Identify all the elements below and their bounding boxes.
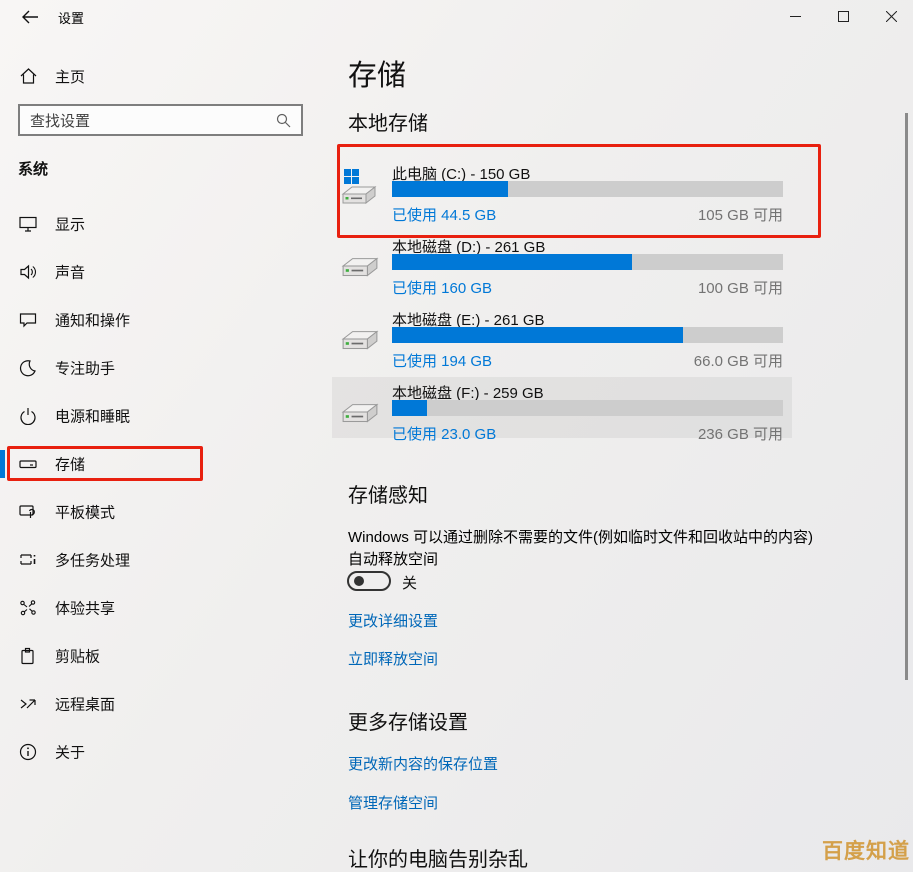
manage-storage-spaces-link[interactable]: 管理存储空间 <box>348 792 438 813</box>
change-details-link[interactable]: 更改详细设置 <box>348 610 438 631</box>
about-icon <box>19 743 37 761</box>
drive-free-label: 105 GB 可用 <box>392 204 783 225</box>
drive-free-label: 236 GB 可用 <box>392 423 783 444</box>
sidebar-item-storage[interactable]: 存储 <box>0 440 320 488</box>
sidebar-item-shared-experiences[interactable]: 体验共享 <box>0 584 320 632</box>
sidebar-item-label: 多任务处理 <box>55 550 130 571</box>
sidebar-item-label: 体验共享 <box>55 598 115 619</box>
more-storage-header: 更多存储设置 <box>348 706 468 735</box>
close-icon <box>886 11 897 22</box>
window-title: 设置 <box>58 8 84 27</box>
drive-usage-bar <box>392 400 783 416</box>
sidebar-item-label: 平板模式 <box>55 502 115 523</box>
drive-icon <box>341 394 379 430</box>
free-space-now-link[interactable]: 立即释放空间 <box>348 648 438 669</box>
sidebar-item-power[interactable]: 电源和睡眠 <box>0 392 320 440</box>
drive-row-d[interactable]: 本地磁盘 (D:) - 261 GB 已使用 160 GB 100 GB 可用 <box>341 236 783 294</box>
drive-usage-bar <box>392 181 783 197</box>
close-button[interactable] <box>868 0 913 32</box>
change-save-location-link[interactable]: 更改新内容的保存位置 <box>348 753 498 774</box>
drive-row-f[interactable]: 本地磁盘 (F:) - 259 GB 已使用 23.0 GB 236 GB 可用 <box>341 382 783 440</box>
sidebar-item-label: 通知和操作 <box>55 310 130 331</box>
settings-window: 设置 主页 查找设置 系统 显示 声音 <box>0 0 913 872</box>
storage-sense-toggle[interactable] <box>347 571 391 591</box>
sidebar-item-label: 远程桌面 <box>55 694 115 715</box>
watermark: 百度知道 <box>822 835 910 865</box>
multitasking-icon <box>19 551 37 569</box>
declutter-header: 让你的电脑告别杂乱 <box>348 843 528 872</box>
tablet-mode-icon <box>19 503 37 521</box>
home-icon <box>20 68 37 84</box>
sidebar-item-about[interactable]: 关于 <box>0 728 320 776</box>
display-icon <box>19 215 37 233</box>
drive-usage-bar <box>392 327 783 343</box>
search-input[interactable]: 查找设置 <box>18 104 303 136</box>
maximize-button[interactable] <box>820 0 866 32</box>
page-title: 存储 <box>348 52 406 94</box>
sound-icon <box>19 263 37 281</box>
drive-row-e[interactable]: 本地磁盘 (E:) - 261 GB 已使用 194 GB 66.0 GB 可用 <box>341 309 783 367</box>
storage-sense-description-line1: Windows 可以通过删除不需要的文件(例如临时文件和回收站中的内容) <box>348 526 813 547</box>
drive-usage-bar <box>392 254 783 270</box>
windows-drive-icon <box>341 169 379 205</box>
sidebar-item-display[interactable]: 显示 <box>0 200 320 248</box>
storage-sense-description-line2: 自动释放空间 <box>348 548 438 569</box>
shared-experiences-icon <box>19 599 37 617</box>
search-icon <box>276 113 291 128</box>
minimize-icon <box>790 11 801 22</box>
sidebar-item-label: 关于 <box>55 742 85 763</box>
sidebar-item-tablet-mode[interactable]: 平板模式 <box>0 488 320 536</box>
clipboard-icon <box>19 647 37 665</box>
back-button[interactable] <box>14 4 46 30</box>
sidebar-item-sound[interactable]: 声音 <box>0 248 320 296</box>
focus-assist-icon <box>19 359 37 377</box>
drive-usage-fill <box>392 400 427 416</box>
notifications-icon <box>19 311 37 329</box>
drive-usage-fill <box>392 181 508 197</box>
sidebar-item-focus-assist[interactable]: 专注助手 <box>0 344 320 392</box>
sidebar-item-remote-desktop[interactable]: 远程桌面 <box>0 680 320 728</box>
scrollbar-thumb[interactable] <box>905 113 908 680</box>
drive-icon <box>341 183 377 205</box>
sidebar-item-notifications[interactable]: 通知和操作 <box>0 296 320 344</box>
drive-free-label: 100 GB 可用 <box>392 277 783 298</box>
search-placeholder: 查找设置 <box>30 110 276 131</box>
drive-row-c[interactable]: 此电脑 (C:) - 150 GB 已使用 44.5 GB 105 GB 可用 <box>341 163 783 221</box>
sidebar-item-label: 存储 <box>55 454 85 475</box>
sidebar-item-label: 专注助手 <box>55 358 115 379</box>
sidebar-item-multitasking[interactable]: 多任务处理 <box>0 536 320 584</box>
drive-usage-fill <box>392 254 632 270</box>
back-arrow-icon <box>21 10 39 24</box>
maximize-icon <box>838 11 849 22</box>
storage-sense-header: 存储感知 <box>348 479 428 508</box>
drive-usage-fill <box>392 327 683 343</box>
sidebar-item-label: 显示 <box>55 214 85 235</box>
sidebar-item-label: 声音 <box>55 262 85 283</box>
toggle-state-label: 关 <box>402 572 417 593</box>
drive-free-label: 66.0 GB 可用 <box>392 350 783 371</box>
sidebar-item-home[interactable]: 主页 <box>0 58 320 94</box>
drive-icon <box>341 248 379 284</box>
remote-desktop-icon <box>19 695 37 713</box>
storage-icon <box>19 455 37 473</box>
sidebar-home-label: 主页 <box>55 66 85 87</box>
sidebar-item-label: 电源和睡眠 <box>55 406 130 427</box>
sidebar-section-system: 系统 <box>18 158 48 179</box>
minimize-button[interactable] <box>772 0 818 32</box>
sidebar-item-label: 剪贴板 <box>55 646 100 667</box>
drive-icon <box>341 321 379 357</box>
toggle-knob <box>354 576 364 586</box>
selected-item-accent-bar <box>0 450 5 478</box>
sidebar-item-clipboard[interactable]: 剪贴板 <box>0 632 320 680</box>
local-storage-header: 本地存储 <box>348 107 428 136</box>
power-icon <box>19 407 37 425</box>
